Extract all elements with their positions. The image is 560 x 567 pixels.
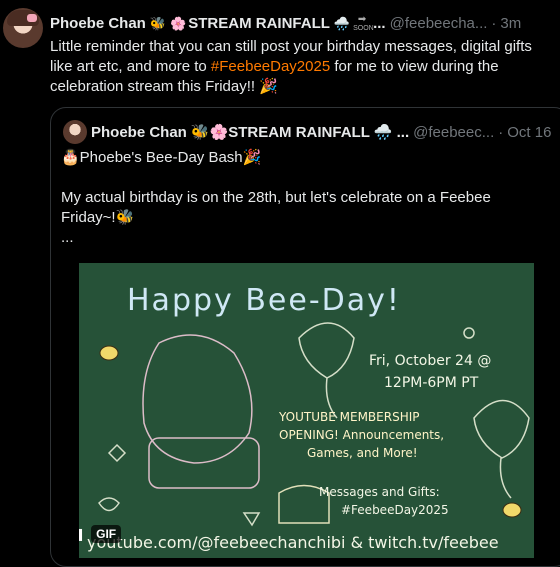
author-handle[interactable]: @feebeecha...: [390, 15, 488, 32]
media-gifts2: #FeebeeDay2025: [341, 503, 449, 517]
tweet-text: Little reminder that you can still post …: [50, 38, 532, 95]
quoted-header: Phoebe Chan 🐝🌸STREAM RAINFALL 🌧️ ... @fe…: [91, 122, 560, 142]
media-line2: OPENING! Announcements,: [279, 428, 445, 442]
avatar-bow: [27, 14, 37, 22]
pause-icon[interactable]: ❚❚: [79, 527, 85, 541]
rain-emoji-icon: 🌧️: [333, 15, 351, 31]
quoted-avatar: [63, 120, 87, 144]
quoted-name-suffix: 🐝🌸STREAM RAINFALL 🌧️ ...: [190, 124, 410, 141]
media-date: Fri, October 24 @: [369, 353, 492, 369]
media-title: Happy Bee-Day!: [127, 283, 401, 318]
event-gif[interactable]: Happy Bee-Day! Fri, October 24 @ 12PM-6P…: [79, 263, 534, 558]
media-gifts1: Messages and Gifts:: [319, 485, 440, 499]
quoted-separator: ·: [498, 123, 504, 141]
bee-doodle-icon-2: [502, 502, 522, 518]
media-time: 12PM-6PM PT: [384, 375, 479, 391]
hashtag-link[interactable]: #FeebeeDay2025: [211, 58, 330, 75]
quoted-handle: @feebeec...: [413, 123, 495, 141]
quoted-author-name: Phoebe Chan: [91, 123, 187, 141]
media-line1: YOUTUBE MEMBERSHIP: [279, 410, 420, 424]
separator: ·: [491, 14, 497, 32]
soon-arrow-icon: ➡ SOON: [353, 14, 374, 32]
flower-emoji-icon: 🌸: [170, 15, 187, 31]
media-line3: Games, and More!: [307, 446, 418, 460]
timestamp[interactable]: 3m: [500, 15, 521, 32]
gif-controls: ❚❚ GIF: [79, 525, 122, 543]
tweet-header: Phoebe Chan 🐝 🌸 STREAM RAINFALL 🌧️ ➡ SOON…: [50, 14, 522, 32]
avatar[interactable]: [3, 8, 43, 48]
name-stream-label: STREAM RAINFALL: [188, 14, 330, 32]
media-links: youtube.com/@feebeechanchibi & twitch.tv…: [87, 533, 499, 552]
quoted-timestamp: Oct 16: [507, 123, 552, 141]
bee-emoji-icon: 🐝: [149, 15, 167, 31]
author-name[interactable]: Phoebe Chan: [50, 15, 146, 32]
balloon-heart-icon-2: [473, 399, 530, 459]
quoted-text: 🎂Phoebe's Bee-Day Bash🎉 My actual birthd…: [61, 149, 491, 246]
gif-badge: GIF: [91, 525, 122, 543]
balloon-heart-icon: [298, 322, 355, 379]
quoted-tweet[interactable]: Phoebe Chan 🐝🌸STREAM RAINFALL 🌧️ ... @fe…: [50, 107, 560, 567]
bee-doodle-icon: [99, 345, 119, 361]
